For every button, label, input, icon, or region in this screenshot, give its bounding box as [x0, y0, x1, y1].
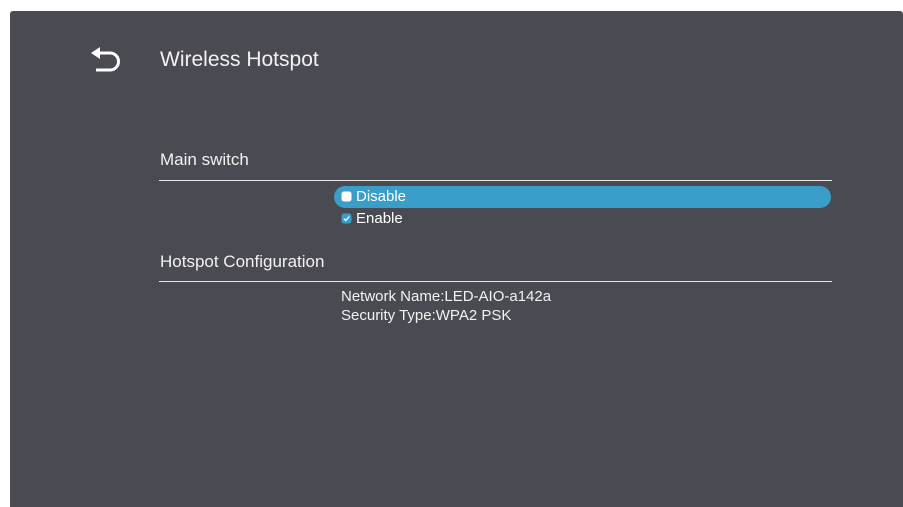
hotspot-config-heading: Hotspot Configuration — [160, 252, 325, 271]
back-button[interactable] — [88, 47, 122, 77]
checkbox-checked-icon — [341, 213, 352, 224]
settings-screen: Wireless Hotspot Main switch Disable Ena… — [10, 11, 903, 507]
main-switch-heading: Main switch — [160, 150, 249, 169]
back-arrow-icon — [91, 47, 120, 72]
main-switch-divider — [159, 180, 832, 181]
page-title: Wireless Hotspot — [160, 48, 319, 71]
option-disable[interactable]: Disable — [334, 186, 831, 208]
option-enable[interactable]: Enable — [334, 208, 831, 230]
network-name-text: Network Name:LED-AIO-a142a — [341, 288, 552, 305]
security-type-text: Security Type:WPA2 PSK — [341, 307, 512, 324]
selected-square-icon — [341, 191, 352, 202]
option-disable-label: Disable — [356, 188, 407, 205]
hotspot-config-divider — [159, 281, 832, 282]
option-enable-label: Enable — [356, 210, 403, 227]
